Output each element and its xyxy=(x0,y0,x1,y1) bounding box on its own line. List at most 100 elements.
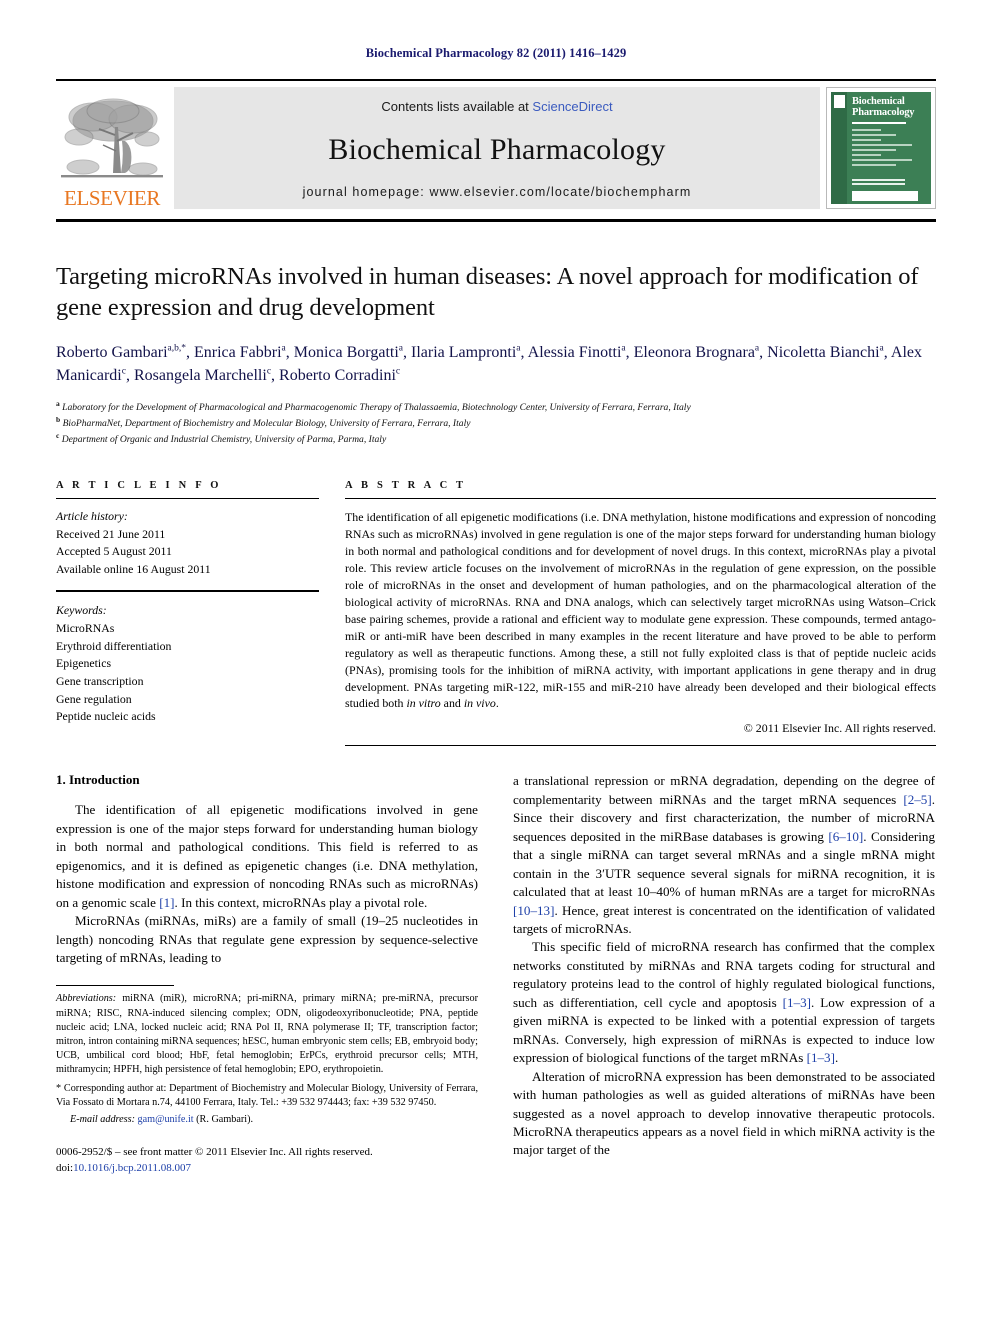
author-affiliation-marker: a xyxy=(621,343,626,354)
reference-link[interactable]: [6–10] xyxy=(828,829,863,844)
imprint-block: 0006-2952/$ – see front matter © 2011 El… xyxy=(56,1145,478,1177)
author-affiliation-marker: a xyxy=(879,343,884,354)
author-affiliation-marker: c xyxy=(121,366,126,377)
article-info-heading: A R T I C L E I N F O xyxy=(56,480,222,492)
elsevier-tree-icon xyxy=(61,98,163,178)
affiliation-text: Department of Organic and Industrial Che… xyxy=(59,433,387,445)
affiliation-list: a Laboratory for the Development of Phar… xyxy=(56,399,936,446)
keywords-block: Keywords: MicroRNAs Erythroid differenti… xyxy=(56,602,319,726)
section-heading-introduction: 1. Introduction xyxy=(56,772,140,788)
abbreviations-label: Abbreviations: xyxy=(56,993,117,1005)
abstract-italic-invivo: in vivo xyxy=(463,696,496,711)
reference-link[interactable]: [1–3] xyxy=(807,1050,835,1065)
cover-toc-lines xyxy=(852,127,927,175)
abstract-part2: . xyxy=(495,696,499,711)
author-affiliation-marker: a xyxy=(281,343,286,354)
author-name: Nicoletta Bianchi xyxy=(767,343,880,361)
email-note: E-mail address: gam@unife.it (R. Gambari… xyxy=(56,1113,478,1127)
paper-page: Biochemical Pharmacology 82 (2011) 1416–… xyxy=(0,0,992,1323)
keyword-item: Peptide nucleic acids xyxy=(56,709,156,724)
abstract-part1: The identification of all epigenetic mod… xyxy=(345,510,936,711)
author-affiliation-marker: c xyxy=(395,366,401,377)
right-column: a translational repression or mRNA degra… xyxy=(513,772,935,1177)
keywords-label: Keywords: xyxy=(56,603,107,618)
keyword-item: Gene regulation xyxy=(56,691,132,706)
email-label: E-mail address: xyxy=(70,1114,135,1126)
abbreviations-text: miRNA (miR), microRNA; pri-miRNA, primar… xyxy=(56,993,478,1075)
affiliation-text: BioPharmaNet, Department of Biochemistry… xyxy=(60,418,471,430)
affiliation-item: b BioPharmaNet, Department of Biochemist… xyxy=(56,415,936,431)
info-and-abstract: A R T I C L E I N F O Article history: R… xyxy=(56,480,936,747)
keyword-item: Epigenetics xyxy=(56,656,112,671)
doi-line: doi:10.1016/j.bcp.2011.08.007 xyxy=(56,1161,478,1177)
author-list: Roberto Gambaria,b,*, Enrica Fabbria, Mo… xyxy=(56,343,922,384)
abstract-text: The identification of all epigenetic mod… xyxy=(345,509,936,712)
footnote-rule xyxy=(56,985,174,987)
email-link[interactable]: gam@unife.it xyxy=(138,1114,194,1125)
corresponding-author-note: * Corresponding author at: Department of… xyxy=(56,1082,478,1108)
paragraph-text: . In this context, microRNAs play a pivo… xyxy=(174,894,428,910)
author-name: Rosangela Marchelli xyxy=(133,366,267,384)
reference-link[interactable]: [1–3] xyxy=(783,995,811,1010)
article-history-label: Article history: xyxy=(56,509,128,524)
elsevier-logo: ELSEVIER xyxy=(56,87,168,209)
reference-link[interactable]: [1] xyxy=(159,895,174,910)
cover-title-line1: Biochemical xyxy=(852,96,905,107)
abstract-italic-invitro: in vitro xyxy=(406,696,441,711)
paragraph-text: a translational repression or mRNA degra… xyxy=(513,773,935,807)
elsevier-wordmark: ELSEVIER xyxy=(64,186,160,210)
reference-link[interactable]: [10–13] xyxy=(513,903,554,918)
author-affiliation-marker: a xyxy=(398,343,403,354)
running-head: Biochemical Pharmacology 82 (2011) 1416–… xyxy=(365,46,627,60)
journal-title: Biochemical Pharmacology xyxy=(328,132,666,166)
affiliation-item: c Department of Organic and Industrial C… xyxy=(56,431,936,447)
journal-homepage-link[interactable]: journal homepage: www.elsevier.com/locat… xyxy=(303,185,692,199)
keyword-item: Erythroid differentiation xyxy=(56,638,172,653)
abstract-mid: and xyxy=(440,696,464,711)
abbreviations-note: Abbreviations: miRNA (miR), microRNA; pr… xyxy=(56,992,478,1076)
paragraph-text: The identification of all epigenetic mod… xyxy=(56,802,478,910)
author-name: Ilaria Lampronti xyxy=(411,343,517,361)
abstract-heading: A B S T R A C T xyxy=(345,480,467,492)
author-name: Monica Borgatti xyxy=(293,343,399,361)
article-title: Targeting microRNAs involved in human di… xyxy=(56,263,919,321)
reference-link[interactable]: [2–5] xyxy=(903,792,931,807)
paragraph: MicroRNAs (miRNAs, miRs) are a family of… xyxy=(56,913,478,965)
doi-link[interactable]: 10.1016/j.bcp.2011.08.007 xyxy=(73,1162,191,1174)
masthead-bottom-rule xyxy=(56,219,936,222)
body-columns: 1. Introduction The identification of al… xyxy=(56,772,936,1177)
paragraph: This specific field of microRNA research… xyxy=(513,938,935,1067)
author-affiliation-marker: c xyxy=(266,366,272,377)
cover-footer-lines xyxy=(852,179,927,201)
cover-left-strip xyxy=(831,92,847,204)
paragraph: The identification of all epigenetic mod… xyxy=(56,801,478,912)
abstract-bottom-rule xyxy=(345,745,936,747)
author-name: Roberto Gambari xyxy=(56,343,168,361)
abstract-column: A B S T R A C T The identification of al… xyxy=(345,480,936,747)
masthead-center: Contents lists available at ScienceDirec… xyxy=(174,87,820,209)
sciencedirect-link[interactable]: ScienceDirect xyxy=(532,99,612,114)
email-suffix: (R. Gambari). xyxy=(193,1114,254,1126)
author-name: Alessia Finotti xyxy=(527,343,622,361)
doi-label: doi: xyxy=(56,1162,74,1175)
author-name: Enrica Fabbri xyxy=(194,343,282,361)
cover-title-line2: Pharmacology xyxy=(852,107,915,119)
author-affiliation-marker: a xyxy=(516,343,521,354)
contents-available-line: Contents lists available at ScienceDirec… xyxy=(381,99,612,114)
author-affiliation-marker: a,b,* xyxy=(167,343,186,354)
paragraph-text: . Hence, great interest is concentrated … xyxy=(513,902,935,936)
history-item: Available online 16 August 2011 xyxy=(56,561,211,576)
affiliation-item: a Laboratory for the Development of Phar… xyxy=(56,399,936,415)
imprint-line: 0006-2952/$ – see front matter © 2011 El… xyxy=(56,1146,373,1159)
paragraph: a translational repression or mRNA degra… xyxy=(513,772,935,938)
author-name: Eleonora Brognara xyxy=(633,343,755,361)
keyword-item: MicroRNAs xyxy=(56,620,115,635)
left-column: 1. Introduction The identification of al… xyxy=(56,772,478,1177)
journal-masthead: ELSEVIER Contents lists available at Sci… xyxy=(56,79,936,209)
contents-prefix: Contents lists available at xyxy=(381,99,533,114)
paragraph: Alteration of microRNA expression has be… xyxy=(513,1068,935,1158)
article-info-column: A R T I C L E I N F O Article history: R… xyxy=(56,480,319,746)
author-affiliation-marker: a xyxy=(754,343,760,354)
footnote-block: Abbreviations: miRNA (miR), microRNA; pr… xyxy=(56,985,478,1177)
abstract-copyright: © 2011 Elsevier Inc. All rights reserved… xyxy=(743,721,936,736)
